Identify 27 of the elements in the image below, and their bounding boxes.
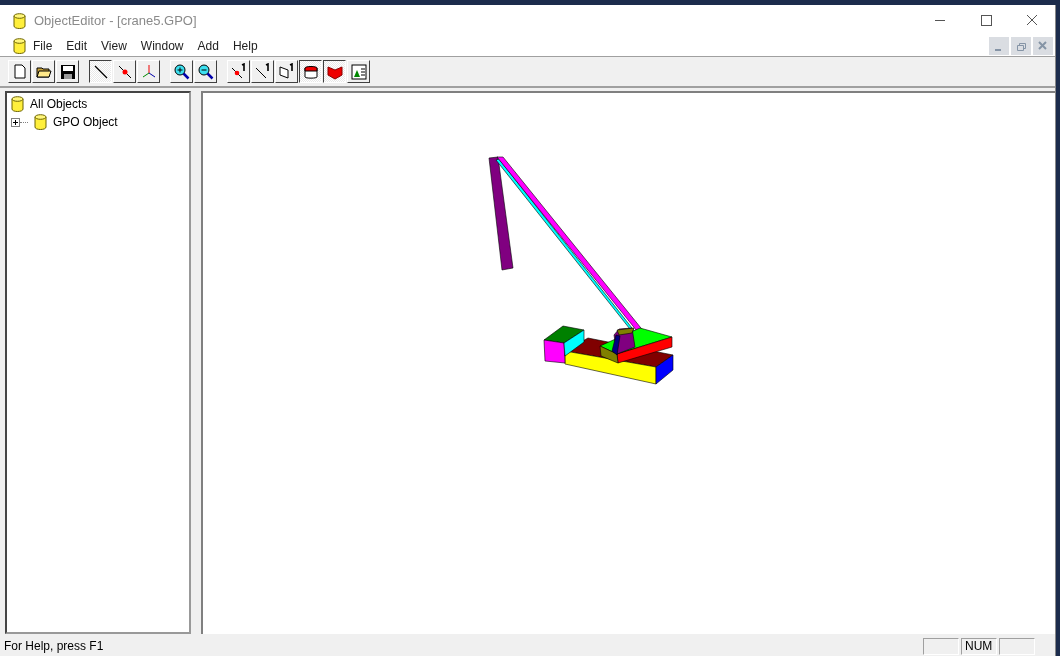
expand-toggle[interactable]: [11, 117, 20, 127]
picture-icon: [349, 62, 368, 81]
point-one-icon: [229, 62, 248, 81]
toolbar-button[interactable]: [89, 60, 112, 83]
tree-item[interactable]: GPO Object: [53, 115, 118, 129]
zoom-out-icon: [196, 62, 215, 81]
cylinder-icon: [11, 96, 24, 112]
zoom-in-icon: [172, 62, 191, 81]
menu-item[interactable]: Edit: [59, 39, 95, 53]
line-one-icon: [253, 62, 272, 81]
status-text: For Help, press F1: [4, 639, 105, 653]
menu-item[interactable]: Add: [190, 39, 226, 53]
window-title: ObjectEditor - [crane5.GPO]: [34, 13, 197, 28]
status-pane: [999, 637, 1035, 655]
tree-item[interactable]: All Objects: [30, 97, 88, 111]
cylinder-icon: [34, 114, 47, 130]
toolbar-button[interactable]: [323, 60, 346, 83]
menu-item[interactable]: Window: [133, 39, 191, 53]
face-one-icon: [277, 62, 296, 81]
menu-item[interactable]: File: [26, 39, 60, 53]
menu-item[interactable]: View: [94, 39, 134, 53]
cylinder-icon: [13, 12, 26, 29]
toolbar-button[interactable]: [299, 60, 322, 83]
status-pane: [923, 637, 959, 655]
status-indicator: NUM: [961, 637, 997, 655]
menu-item[interactable]: Help: [225, 39, 265, 53]
cylinder-icon: [13, 38, 26, 54]
